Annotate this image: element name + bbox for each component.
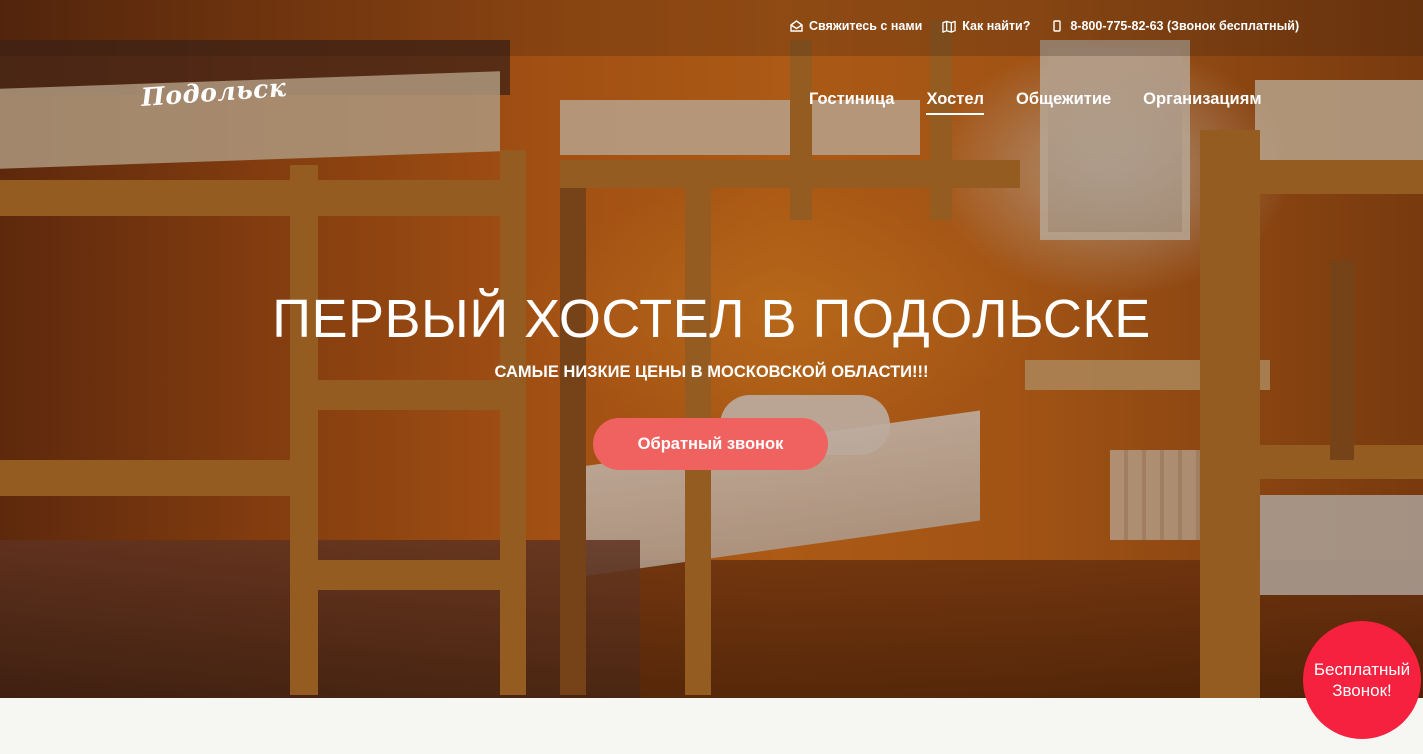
contact-link-label: Свяжитесь с нами xyxy=(809,19,923,33)
free-call-line2: Звонок! xyxy=(1332,681,1392,700)
hero-subtitle: САМЫЕ НИЗКИЕ ЦЕНЫ В МОСКОВСКОЙ ОБЛАСТИ!!… xyxy=(494,363,929,381)
nav-item-hotel[interactable]: Гостиница xyxy=(809,90,894,115)
phone-icon xyxy=(1050,19,1064,33)
top-info-bar: Свяжитесь с нами Как найти? 8-800-775-82… xyxy=(0,0,1423,56)
contact-link[interactable]: Свяжитесь с нами xyxy=(789,19,922,33)
directions-link-label: Как найти? xyxy=(962,19,1031,33)
free-call-widget[interactable]: Бесплатный Звонок! xyxy=(1303,621,1421,739)
hero-section: Свяжитесь с нами Как найти? 8-800-775-82… xyxy=(0,0,1423,698)
nav-item-hostel[interactable]: Хостел xyxy=(926,90,985,115)
main-nav: Гостиница Хостел Общежитие Организациям xyxy=(809,90,1262,115)
envelope-icon xyxy=(789,19,803,33)
next-section-band xyxy=(0,698,1423,754)
phone-link[interactable]: 8-800-775-82-63 (Звонок бесплатный) xyxy=(1050,19,1299,33)
nav-item-dormitory[interactable]: Общежитие xyxy=(1016,90,1111,115)
nav-item-organizations[interactable]: Организациям xyxy=(1143,90,1261,115)
hero-title: ПЕРВЫЙ ХОСТЕЛ В ПОДОЛЬСКЕ xyxy=(272,289,1151,349)
free-call-line1: Бесплатный xyxy=(1313,659,1411,679)
callback-button[interactable]: Обратный звонок xyxy=(593,418,828,470)
directions-link[interactable]: Как найти? xyxy=(942,19,1030,33)
phone-link-label: 8-800-775-82-63 (Звонок бесплатный) xyxy=(1070,19,1300,33)
map-icon xyxy=(942,19,956,33)
